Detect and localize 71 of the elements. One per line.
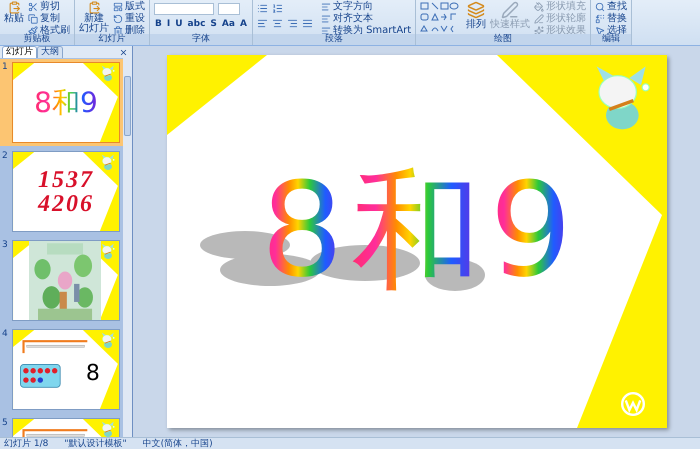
status-text: "默认设计模板" xyxy=(64,438,127,449)
pen-icon xyxy=(501,1,520,19)
button-icon xyxy=(320,2,331,12)
ribbon-button[interactable]: 查找 xyxy=(595,1,628,13)
format-button[interactable]: A xyxy=(238,18,248,30)
status-text: 中文(简体，中国) xyxy=(142,438,213,449)
large-button-icon xyxy=(8,1,20,14)
number-text: 8 xyxy=(86,361,100,386)
align-right-icon xyxy=(286,18,298,29)
button-icon xyxy=(534,2,544,12)
font-field[interactable] xyxy=(154,3,214,15)
group-label: 编辑 xyxy=(591,34,632,45)
slide-thumbnail[interactable] xyxy=(12,240,120,321)
format-button[interactable]: I xyxy=(166,18,172,30)
pane-tab[interactable]: 幻灯片 xyxy=(2,46,37,58)
large-ribbon-button[interactable]: 粘贴 xyxy=(4,1,24,34)
button-icon xyxy=(595,2,606,12)
button-icon xyxy=(534,14,544,24)
justify-icon xyxy=(302,18,313,29)
format-button[interactable]: Aa xyxy=(220,18,236,30)
button-icon xyxy=(113,14,123,24)
ribbon-button[interactable]: 复制 xyxy=(28,13,70,25)
button-icon xyxy=(534,26,544,34)
scroll-thumb[interactable] xyxy=(124,76,131,136)
button-icon xyxy=(28,2,38,12)
format-button[interactable]: abc xyxy=(186,18,206,30)
slide-number: 2 xyxy=(2,151,9,163)
slide-number: 5 xyxy=(2,418,9,430)
ribbon-button[interactable]: 重设 xyxy=(113,13,145,25)
arrange-icon xyxy=(467,1,486,19)
button-icon xyxy=(595,14,606,24)
font-size-field[interactable] xyxy=(218,3,240,15)
logo-icon xyxy=(620,392,644,416)
pane-tab[interactable]: 大纲 xyxy=(37,46,63,58)
slide-number: 4 xyxy=(2,329,9,341)
slide-number: 1 xyxy=(2,62,9,74)
slide-thumbnail[interactable]: 1537 4206 xyxy=(12,151,120,232)
ribbon-button[interactable]: 对齐文本 xyxy=(320,13,412,25)
align-left-icon xyxy=(256,18,268,29)
group-label: 剪贴板 xyxy=(0,34,74,45)
button-icon xyxy=(320,26,331,34)
slide-number: 3 xyxy=(2,240,9,252)
ribbon-button[interactable]: 剪切 xyxy=(28,1,70,13)
ribbon-button[interactable]: 文字方向 xyxy=(320,1,412,13)
button-icon xyxy=(28,26,38,34)
digits-text: 4206 xyxy=(38,192,94,216)
format-button[interactable]: U xyxy=(174,18,184,30)
slide-thumbnail[interactable]: 8和9 xyxy=(12,62,120,143)
slide-thumbnail[interactable]: 8 xyxy=(12,329,120,410)
group-label: 幻灯片 xyxy=(75,34,149,45)
format-button[interactable]: B xyxy=(154,18,163,30)
group-label: 段落 xyxy=(252,34,416,45)
ribbon-button[interactable]: 替换 xyxy=(595,13,628,25)
large-ribbon-button[interactable]: 新建 幻灯片 xyxy=(79,1,109,34)
button-icon xyxy=(113,2,123,12)
button-icon xyxy=(595,26,606,34)
large-button-icon xyxy=(88,1,100,14)
button-icon xyxy=(320,14,331,24)
ribbon-button[interactable]: 版式 xyxy=(113,1,145,13)
scrollbar[interactable] xyxy=(123,58,132,437)
numbering-icon xyxy=(272,3,283,14)
button-icon xyxy=(113,26,123,34)
digits-text: 1537 xyxy=(38,168,94,192)
group-label: 字体 xyxy=(150,34,252,45)
button-icon xyxy=(28,14,38,24)
status-text: 幻灯片 1/8 xyxy=(4,438,48,449)
align-center-icon xyxy=(272,18,283,29)
format-button[interactable]: S xyxy=(209,18,218,30)
arrange-button[interactable]: 排列 xyxy=(466,1,486,34)
close-icon xyxy=(119,48,128,57)
group-label: 绘图 xyxy=(416,34,590,45)
